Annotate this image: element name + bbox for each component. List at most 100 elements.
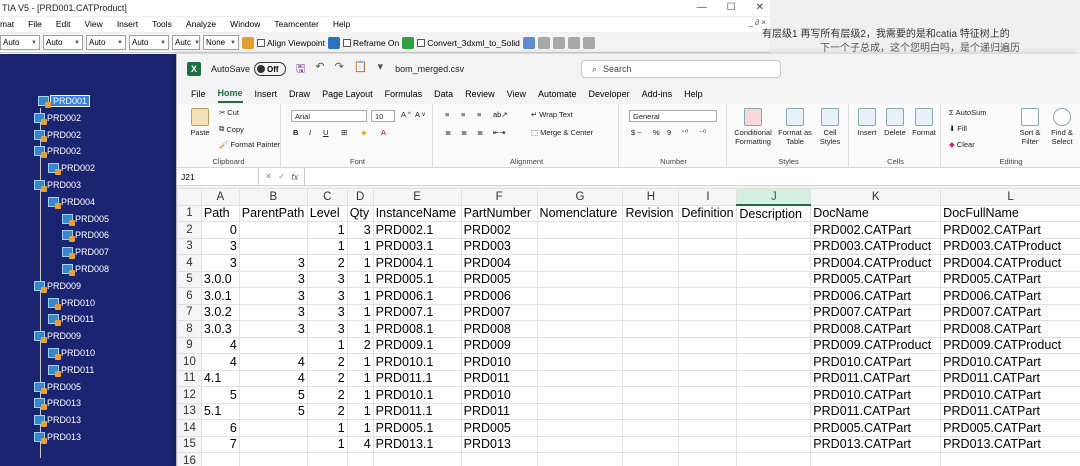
cell[interactable]: 4 (346, 435, 374, 453)
copy-button[interactable]: ⧉ Copy (219, 124, 244, 134)
tree-node[interactable]: PRD010 (48, 296, 95, 310)
row-header[interactable]: 13 (177, 402, 202, 420)
cell[interactable]: 1 (306, 237, 348, 255)
toolbar-combo[interactable]: None ▼ (203, 35, 239, 50)
cell[interactable] (678, 270, 738, 288)
font-color-icon[interactable]: A (381, 128, 386, 137)
cell[interactable] (622, 452, 680, 466)
cell[interactable] (238, 435, 308, 453)
cell[interactable]: PRD009.CATProduct (940, 336, 1080, 354)
tree-node[interactable]: PRD013 (34, 413, 81, 428)
cell[interactable]: 1 (346, 320, 374, 338)
cell[interactable]: 3 (200, 237, 240, 255)
conditional-formatting-button[interactable]: Conditional Formatting (731, 108, 775, 146)
catia-menu-item[interactable]: Teamcenter (274, 17, 318, 32)
cell[interactable] (238, 221, 308, 239)
clear-button[interactable]: ◆ Clear (949, 140, 975, 149)
tree-node[interactable]: PRD005 (62, 212, 109, 226)
cell[interactable]: PRD005.CATPart (940, 270, 1080, 288)
tree-node[interactable]: PRD013 (34, 396, 81, 411)
cut-button[interactable]: ✂ Cut (219, 108, 239, 117)
cell[interactable]: 7 (200, 435, 240, 453)
row-header[interactable]: 15 (177, 435, 202, 453)
ribbon-tab[interactable]: Formulas (385, 86, 423, 102)
toolbar-tool-icon[interactable] (522, 36, 535, 49)
cell[interactable]: PRD011 (460, 369, 538, 387)
toolbar-checkbox[interactable]: Convert_3dxml_to_Solid (417, 38, 520, 48)
cell[interactable]: PRD007.1 (372, 303, 462, 321)
toolbar-combo[interactable]: Auto ▼ (129, 35, 169, 50)
cell[interactable] (678, 287, 738, 305)
cell[interactable]: 1 (306, 419, 348, 437)
cell[interactable]: 4 (200, 336, 240, 354)
cell[interactable] (536, 336, 624, 354)
cell[interactable]: PRD011.CATPart (940, 402, 1080, 420)
cell[interactable]: PRD006 (460, 287, 538, 305)
align-right-icon[interactable]: ≣ (477, 128, 483, 137)
align-bottom-icon[interactable]: ≡ (477, 110, 481, 119)
cell[interactable]: PRD008.CATPart (810, 320, 942, 338)
catia-mdi-controls[interactable]: _ ∂ × (748, 18, 766, 27)
cell[interactable]: 3 (306, 303, 348, 321)
column-header[interactable]: G (536, 188, 624, 206)
cell[interactable]: 2 (306, 369, 348, 387)
tree-node[interactable]: PRD005 (34, 380, 81, 394)
format-cells-button[interactable]: Format (911, 108, 937, 137)
cell[interactable]: PRD002.CATPart (810, 221, 942, 239)
cell[interactable]: PRD011.CATPart (810, 402, 942, 420)
cell[interactable]: Description (736, 204, 812, 222)
catia-menu-item[interactable]: Insert (117, 17, 138, 32)
tree-node[interactable]: PRD002 (34, 144, 81, 159)
cell[interactable]: 1 (346, 254, 374, 272)
cell[interactable] (678, 254, 738, 272)
tree-node[interactable]: PRD007 (62, 245, 109, 260)
row-header[interactable]: 7 (177, 303, 202, 321)
cell[interactable]: ParentPath (238, 204, 308, 222)
row-header[interactable]: 5 (177, 270, 202, 288)
cell[interactable] (238, 237, 308, 255)
ribbon-tab[interactable]: Page Layout (322, 86, 373, 102)
cell[interactable]: 3 (306, 270, 348, 288)
format-painter-button[interactable]: 🖌 Format Painter (219, 140, 280, 149)
cell[interactable]: PRD010 (460, 386, 538, 404)
cell[interactable] (736, 353, 812, 371)
cell[interactable]: 1 (306, 336, 348, 354)
cancel-icon[interactable]: ✕ (265, 171, 272, 182)
cell[interactable]: Nomenclature (536, 204, 624, 222)
cell[interactable] (678, 386, 738, 404)
enter-icon[interactable]: ✓ (278, 171, 285, 182)
font-size-select[interactable]: 10 (371, 110, 395, 122)
cell[interactable] (622, 419, 680, 437)
tree-node[interactable]: PRD006 (62, 228, 109, 243)
tree-node[interactable]: PRD002 (48, 161, 95, 176)
cell[interactable]: 2 (306, 386, 348, 404)
cell[interactable]: 5 (238, 402, 308, 420)
cell[interactable] (200, 452, 240, 466)
cell[interactable] (622, 254, 680, 272)
ribbon-tab[interactable]: Insert (255, 86, 278, 102)
cell[interactable]: PRD007 (460, 303, 538, 321)
toolbar-combo[interactable]: Auto ▼ (43, 35, 83, 50)
cell[interactable]: Qty (346, 204, 374, 222)
ribbon-tab[interactable]: Data (434, 86, 453, 102)
cell[interactable]: PRD006.CATPart (810, 287, 942, 305)
cell[interactable]: 0 (200, 221, 240, 239)
cell[interactable]: PRD002 (460, 221, 538, 239)
cell[interactable] (536, 419, 624, 437)
cell[interactable]: PRD002.CATPart (940, 221, 1080, 239)
cell[interactable]: PRD010.1 (372, 353, 462, 371)
cell[interactable]: PRD010.CATPart (940, 353, 1080, 371)
column-header[interactable]: F (460, 188, 538, 206)
cell[interactable]: 3 (306, 287, 348, 305)
formula-input[interactable] (304, 167, 1080, 186)
column-header[interactable]: L (940, 188, 1080, 206)
tree-node[interactable]: PRD013 (34, 430, 81, 444)
column-header[interactable]: C (306, 188, 348, 206)
cell[interactable]: 3.0.3 (200, 320, 240, 338)
cell[interactable] (238, 452, 308, 466)
maximize-icon[interactable]: ☐ (727, 0, 736, 16)
cell[interactable]: 3 (238, 320, 308, 338)
ribbon-tab[interactable]: Developer (589, 86, 630, 102)
italic-button[interactable]: I (309, 128, 311, 137)
cell[interactable] (622, 369, 680, 387)
